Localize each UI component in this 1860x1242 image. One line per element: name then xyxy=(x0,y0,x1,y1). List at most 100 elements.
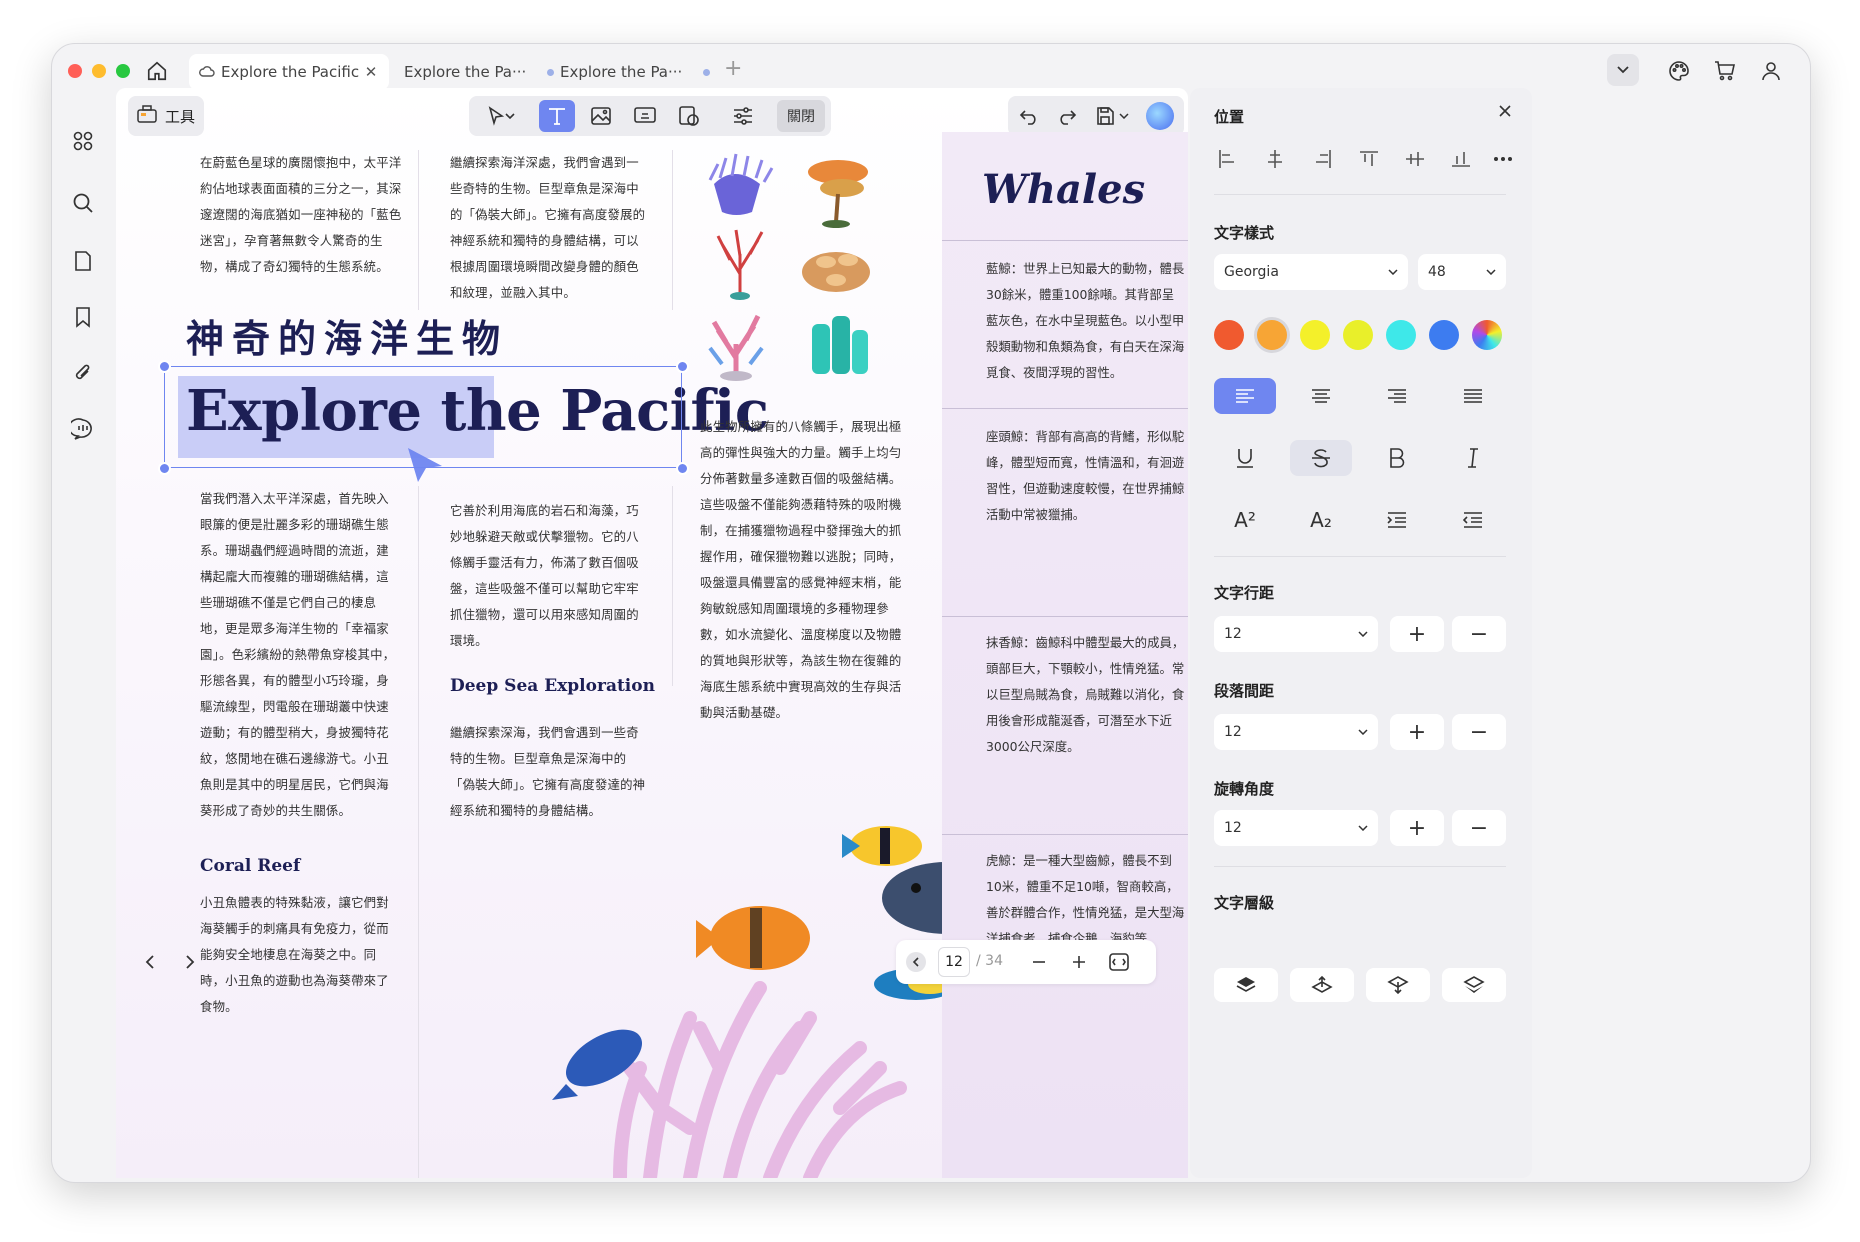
whales-title[interactable]: Whales xyxy=(982,166,1145,213)
resize-handle-top-right[interactable] xyxy=(676,360,689,373)
close-window-button[interactable] xyxy=(68,64,82,78)
font-family-select[interactable]: Georgia xyxy=(1214,254,1408,290)
coral-intro-paragraph[interactable]: 當我們潛入太平洋深處，首先映入眼簾的便是壯麗多彩的珊瑚礁生態系。珊瑚蟲們經過時間… xyxy=(200,486,400,824)
align-middle-icon[interactable] xyxy=(1402,146,1428,172)
tab-explore-pacific-3[interactable]: Explore the Pa··· xyxy=(560,54,710,90)
properties-tool-icon[interactable] xyxy=(725,100,761,132)
humpback-paragraph[interactable]: 座頭鯨：背部有高高的背鰭，形似駝峰，體型短而寬，性情溫和，有洄遊習性，但遊動速度… xyxy=(986,424,1186,528)
align-top-icon[interactable] xyxy=(1356,146,1382,172)
page-icon[interactable] xyxy=(68,246,98,276)
line-spacing-decrease-button[interactable]: − xyxy=(1452,616,1506,652)
resize-handle-top-left[interactable] xyxy=(158,360,171,373)
chevron-down-icon xyxy=(1358,825,1368,831)
grid-icon[interactable] xyxy=(68,126,98,156)
line-spacing-increase-button[interactable]: + xyxy=(1390,616,1444,652)
bring-forward-icon[interactable] xyxy=(1290,968,1354,1002)
tools-button[interactable]: 工具 xyxy=(128,96,204,136)
align-center-horizontal-icon[interactable] xyxy=(1262,146,1288,172)
column-divider xyxy=(672,486,673,686)
align-left-icon[interactable] xyxy=(1214,146,1240,172)
paragraph-spacing-increase-button[interactable]: + xyxy=(1390,714,1444,750)
decrease-indent-icon[interactable] xyxy=(1442,502,1504,538)
color-swatch-orange[interactable] xyxy=(1257,320,1287,350)
select-tool-button[interactable] xyxy=(477,100,527,132)
text-justify-button[interactable] xyxy=(1442,378,1504,414)
stamp-tool-icon[interactable] xyxy=(671,100,707,132)
line-spacing-select[interactable]: 12 xyxy=(1214,616,1378,652)
bookmark-icon[interactable] xyxy=(68,302,98,332)
font-size-select[interactable]: 48 xyxy=(1418,254,1506,290)
coral-reef-paragraph[interactable]: 小丑魚體表的特殊黏液，讓它們對海葵觸手的刺痛具有免疫力，從而能夠安全地棲息在海葵… xyxy=(200,890,400,1020)
intro-paragraph[interactable]: 在蔚藍色星球的廣闊懷抱中，太平洋約佔地球表面面積的三分之一，其深邃遼闊的海底猶如… xyxy=(200,150,404,280)
align-bottom-icon[interactable] xyxy=(1448,146,1474,172)
palette-icon[interactable] xyxy=(1664,56,1694,86)
next-page-icon[interactable] xyxy=(180,952,200,972)
color-swatch-cyan[interactable] xyxy=(1386,320,1416,350)
paragraph-spacing-select[interactable]: 12 xyxy=(1214,714,1378,750)
save-options-chevron-icon[interactable] xyxy=(1116,101,1132,131)
blue-whale-paragraph[interactable]: 藍鯨：世界上已知最大的動物，體長30餘米，體重100餘噸。其背部呈藍灰色，在水中… xyxy=(986,256,1186,386)
text-align-center-button[interactable] xyxy=(1290,378,1352,414)
underline-button[interactable] xyxy=(1214,440,1276,476)
italic-button[interactable] xyxy=(1442,440,1504,476)
color-swatch-red[interactable] xyxy=(1214,320,1244,350)
tab-explore-pacific-1[interactable]: Explore the Pacific ✕ xyxy=(189,54,389,90)
color-swatch-blue[interactable] xyxy=(1429,320,1459,350)
color-swatch-yellow[interactable] xyxy=(1300,320,1330,350)
bring-to-front-icon[interactable] xyxy=(1214,968,1278,1002)
tentacle-paragraph[interactable]: 此生物所擁有的八條觸手，展現出極高的彈性與強大的力量。觸手上均勻分佈著數量多達數… xyxy=(700,414,904,726)
paragraph-spacing-decrease-button[interactable]: − xyxy=(1452,714,1506,750)
octopus-paragraph[interactable]: 繼續探索海洋深處，我們會遇到一些奇特的生物。巨型章魚是深海中的「偽裝大師」。它擁… xyxy=(450,150,646,306)
bold-button[interactable] xyxy=(1366,440,1428,476)
pointer-cursor-icon xyxy=(406,446,446,490)
page-number-input[interactable]: 12 xyxy=(938,947,970,977)
align-right-icon[interactable] xyxy=(1310,146,1336,172)
tab-explore-pacific-2[interactable]: Explore the Pa··· xyxy=(404,54,554,90)
text-tool-button[interactable] xyxy=(539,100,575,132)
image-tool-icon[interactable] xyxy=(583,100,619,132)
more-icon[interactable] xyxy=(1490,146,1516,172)
user-icon[interactable] xyxy=(1756,56,1786,86)
subscript-button[interactable]: A₂ xyxy=(1290,502,1352,538)
redo-icon[interactable] xyxy=(1052,101,1082,131)
link-tool-icon[interactable] xyxy=(627,100,663,132)
resize-handle-bottom-right[interactable] xyxy=(676,462,689,475)
tabs-dropdown-button[interactable] xyxy=(1607,54,1639,86)
color-swatch-lime[interactable] xyxy=(1343,320,1373,350)
rotation-decrease-button[interactable]: − xyxy=(1452,810,1506,846)
maximize-window-button[interactable] xyxy=(116,64,130,78)
comment-icon[interactable] xyxy=(68,414,98,444)
close-edit-button[interactable]: 關閉 xyxy=(777,100,825,132)
coral-reef-heading[interactable]: Coral Reef xyxy=(200,856,300,876)
home-icon[interactable] xyxy=(142,56,172,86)
paperclip-icon[interactable] xyxy=(68,358,98,388)
ai-assistant-icon[interactable] xyxy=(1146,102,1174,130)
minimize-window-button[interactable] xyxy=(92,64,106,78)
send-to-back-icon[interactable] xyxy=(1442,968,1506,1002)
send-backward-icon[interactable] xyxy=(1366,968,1430,1002)
resize-handle-bottom-left[interactable] xyxy=(158,462,171,475)
rotation-increase-button[interactable]: + xyxy=(1390,810,1444,846)
add-tab-icon[interactable]: + xyxy=(724,56,742,81)
orca-paragraph[interactable]: 虎鯨：是一種大型齒鯨，體長不到10米，體重不足10噸，智商較高，善於群體合作，性… xyxy=(986,848,1186,944)
search-icon[interactable] xyxy=(68,188,98,218)
tab-close-icon[interactable]: ✕ xyxy=(363,63,379,81)
close-panel-icon[interactable] xyxy=(1496,102,1514,120)
strikethrough-button[interactable] xyxy=(1290,440,1352,476)
fit-page-icon[interactable] xyxy=(1108,951,1130,973)
text-align-left-button[interactable] xyxy=(1214,378,1276,414)
previous-page-icon[interactable] xyxy=(140,952,160,972)
undo-icon[interactable] xyxy=(1014,101,1044,131)
zoom-in-icon[interactable] xyxy=(1068,951,1090,973)
zoom-out-icon[interactable] xyxy=(1028,951,1050,973)
pager-prev-icon[interactable] xyxy=(906,952,926,972)
superscript-button[interactable]: A² xyxy=(1214,502,1276,538)
cart-icon[interactable] xyxy=(1710,56,1740,86)
increase-indent-icon[interactable] xyxy=(1366,502,1428,538)
octopus-detail-paragraph[interactable]: 它善於利用海底的岩石和海藻，巧妙地躲避天敵或伏擊獵物。它的八條觸手靈活有力，佈滿… xyxy=(450,498,648,654)
text-align-right-button[interactable] xyxy=(1366,378,1428,414)
chinese-title[interactable]: 神奇的海洋生物 xyxy=(186,308,508,363)
custom-color-icon[interactable] xyxy=(1472,320,1502,350)
rotation-select[interactable]: 12 xyxy=(1214,810,1378,846)
sperm-whale-paragraph[interactable]: 抹香鯨：齒鯨科中體型最大的成員，頭部巨大，下顎較小，性情兇猛。常以巨型烏賊為食，… xyxy=(986,630,1186,760)
